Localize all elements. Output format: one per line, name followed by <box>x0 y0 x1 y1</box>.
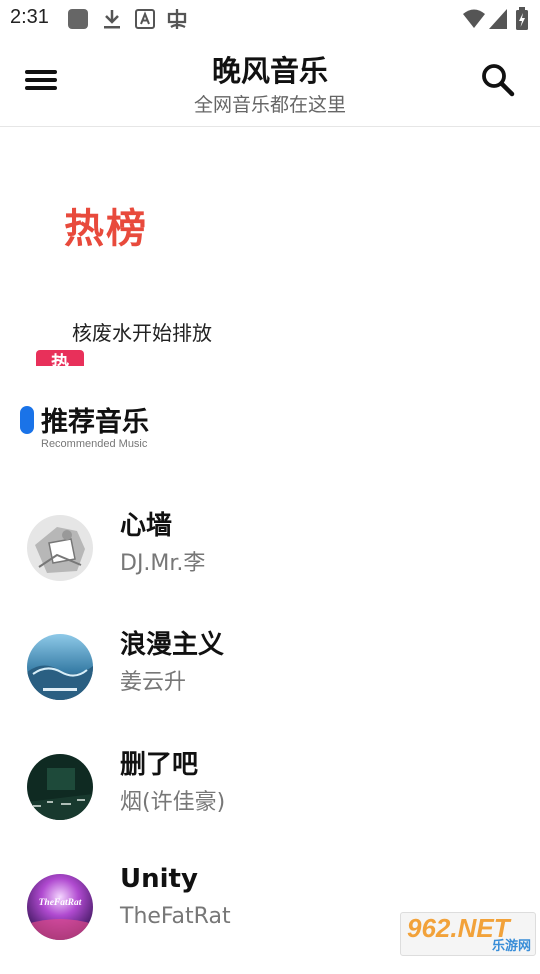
bug-icon <box>167 9 187 29</box>
song-title: 心墙 <box>120 511 173 541</box>
hot-badge: 热 <box>36 350 84 366</box>
watermark-logo: 962.NET 乐游网 <box>400 912 536 956</box>
download-icon <box>104 10 120 29</box>
song-cover <box>27 515 93 581</box>
song-title: 删了吧 <box>120 750 199 780</box>
watermark-sub: 乐游网 <box>491 939 531 954</box>
section-subtitle: Recommended Music <box>41 438 148 450</box>
song-artist: TheFatRat <box>120 904 231 929</box>
app-subtitle: 全网音乐都在这里 <box>193 94 346 116</box>
song-cover <box>27 634 93 700</box>
section-title: 推荐音乐 <box>41 407 149 438</box>
cover-label: TheFatRat <box>39 898 82 908</box>
song-artist: DJ.Mr.李 <box>120 551 206 576</box>
search-icon[interactable] <box>478 60 518 100</box>
song-list-item[interactable]: 删了吧 烟(许佳豪) <box>0 744 540 854</box>
battery-icon <box>516 7 528 30</box>
hot-chart-headline[interactable]: 核废水开始排放 <box>72 317 212 346</box>
song-title: 浪漫主义 <box>120 630 225 660</box>
song-artist: 姜云升 <box>120 670 187 695</box>
text-a-icon <box>135 9 155 29</box>
section-marker <box>20 406 34 434</box>
song-cover <box>27 754 93 820</box>
hot-badge-text: 热 <box>51 353 69 366</box>
song-title: Unity <box>120 864 198 894</box>
song-artist: 烟(许佳豪) <box>120 790 226 815</box>
status-bar: 2:31 <box>0 0 540 38</box>
signal-icon <box>489 9 507 29</box>
app-bar: 晚风音乐 全网音乐都在这里 <box>0 38 540 127</box>
status-time: 2:31 <box>10 6 49 28</box>
song-list-item[interactable]: 心墙 DJ.Mr.李 <box>0 505 540 615</box>
hot-chart-logo[interactable]: 热榜 <box>64 196 148 254</box>
song-cover: TheFatRat <box>27 874 93 940</box>
song-list-item[interactable]: 浪漫主义 姜云升 <box>0 624 540 734</box>
wifi-icon <box>463 9 485 28</box>
app-title: 晚风音乐 <box>211 54 328 88</box>
square-icon <box>68 9 88 29</box>
